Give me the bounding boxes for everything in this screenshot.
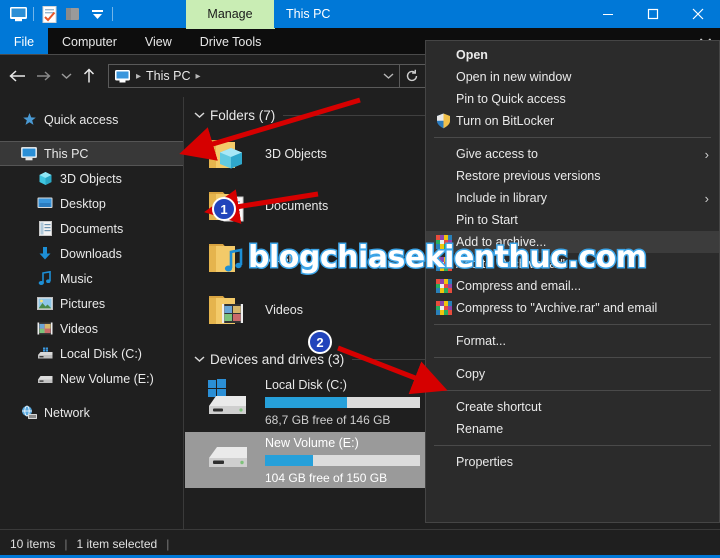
watermark: blogchiasekienthuc.com: [247, 239, 649, 277]
file-explorer-window: Manage This PC File Computer View Drive …: [0, 0, 720, 558]
annotation-arrows: [179, 97, 448, 395]
marker-label: 2: [316, 334, 324, 350]
marker-label: 1: [220, 201, 228, 217]
annotation-marker-2: 2: [308, 330, 332, 354]
arrow-to-create-shortcut: [337, 345, 448, 395]
arrow-to-this-pc: [179, 97, 361, 161]
annotation-marker-1: 1: [212, 197, 236, 221]
